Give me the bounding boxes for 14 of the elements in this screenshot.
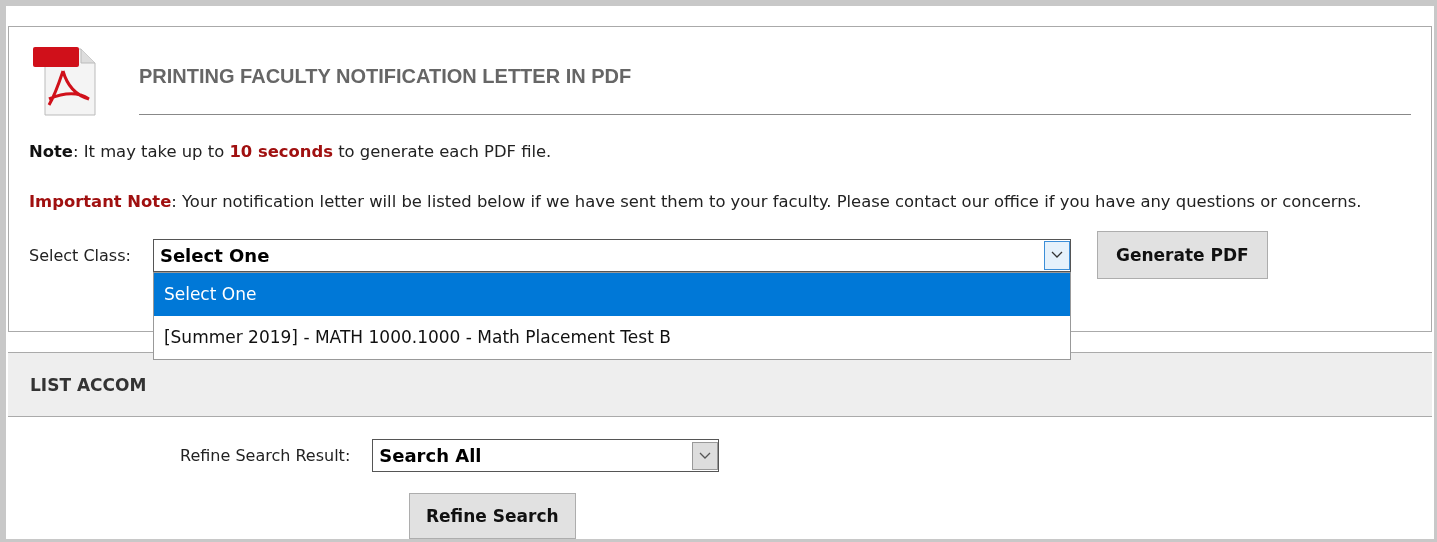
refine-search-label: Refine Search Result:: [180, 446, 351, 465]
generate-pdf-button[interactable]: Generate PDF: [1096, 231, 1268, 279]
chevron-down-icon: [1050, 251, 1063, 259]
chevron-down-icon: [699, 451, 712, 460]
dropdown-option[interactable]: Select One: [153, 272, 1070, 316]
section-title: LIST ACCOM: [30, 374, 147, 395]
dropdown-option[interactable]: [Summer 2019] - MATH 1000.1000 - Math Placement Test B: [153, 315, 1070, 359]
panel-title: PRINTING FACULTY NOTIFICATION LETTER IN PDF: [139, 65, 632, 87]
class-select[interactable]: Select One: [152, 238, 1071, 272]
select-class-label: Select Class:: [29, 245, 131, 265]
refine-select[interactable]: Search All: [372, 439, 720, 472]
important-note-text: Important Note: Your notification letter will be listed below if we have sent them to your faculty. Please contact our office if you have any questions or concerns.: [29, 191, 1363, 213]
refine-search-button[interactable]: Refine Search: [409, 493, 576, 539]
note-text: Note: It may take up to 10 seconds to generate each PDF file.: [29, 141, 553, 163]
